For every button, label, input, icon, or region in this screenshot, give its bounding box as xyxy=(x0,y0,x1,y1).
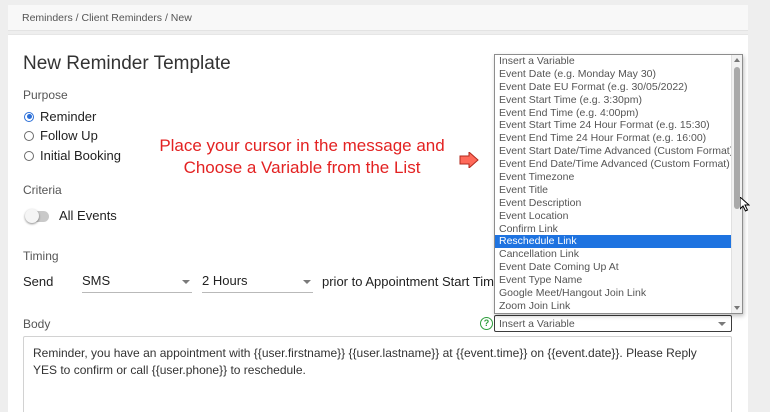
purpose-option-label: Initial Booking xyxy=(40,148,121,163)
chevron-down-icon xyxy=(182,280,190,284)
variable-option[interactable]: Event Date EU Format (e.g. 30/05/2022) xyxy=(495,81,733,94)
variable-option[interactable]: Cancellation Link xyxy=(495,248,733,261)
channel-select-value: SMS xyxy=(82,273,111,288)
instruction-line: Choose a Variable from the List xyxy=(183,158,421,177)
variable-option[interactable]: Event Timezone xyxy=(495,171,733,184)
body-label: Body xyxy=(23,317,51,331)
page-title: New Reminder Template xyxy=(23,53,231,74)
radio-unchecked-icon[interactable] xyxy=(24,150,34,161)
chevron-down-icon xyxy=(718,322,726,326)
purpose-option-reminder[interactable]: Reminder xyxy=(24,109,96,124)
all-events-label: All Events xyxy=(59,208,117,223)
purpose-option-label: Follow Up xyxy=(40,128,98,143)
criteria-label: Criteria xyxy=(23,183,62,197)
breadcrumb[interactable]: Reminders / Client Reminders / New xyxy=(8,5,748,31)
variable-option-selected[interactable]: Reschedule Link xyxy=(495,235,733,249)
all-events-toggle[interactable] xyxy=(25,209,49,223)
variable-option[interactable]: Event End Time (e.g. 4:00pm) xyxy=(495,107,733,120)
help-icon[interactable]: ? xyxy=(480,317,493,330)
variable-option[interactable]: Event Description xyxy=(495,197,733,210)
insert-variable-value: Insert a Variable xyxy=(499,318,575,330)
insert-variable-select[interactable]: Insert a Variable xyxy=(494,315,732,332)
instruction-text: Place your cursor in the message and Cho… xyxy=(142,135,462,179)
variable-dropdown-list[interactable]: Insert a Variable Event Date (e.g. Monda… xyxy=(494,54,743,314)
toggle-switch-icon[interactable] xyxy=(25,209,49,223)
radio-checked-icon[interactable] xyxy=(24,111,34,122)
variable-option[interactable]: Zoom Join Link xyxy=(495,300,733,313)
offset-select-value: 2 Hours xyxy=(202,273,248,288)
scrollbar-thumb[interactable] xyxy=(734,67,740,209)
variable-option[interactable]: Event Start Time (e.g. 3:30pm) xyxy=(495,94,733,107)
instruction-line: Place your cursor in the message and xyxy=(159,136,445,155)
mouse-cursor-icon xyxy=(739,195,751,217)
purpose-option-initial-booking[interactable]: Initial Booking xyxy=(24,148,121,163)
scroll-down-icon[interactable] xyxy=(734,306,740,310)
purpose-option-label: Reminder xyxy=(40,109,97,124)
scroll-up-icon[interactable] xyxy=(734,58,740,62)
variable-option[interactable]: Event End Date/Time Advanced (Custom For… xyxy=(495,158,733,171)
variable-option[interactable]: Insert a Variable xyxy=(495,55,733,68)
dropdown-scrollbar[interactable] xyxy=(731,55,742,313)
prior-to-label: prior to Appointment Start Tim xyxy=(322,274,494,289)
message-body-textarea[interactable]: Reminder, you have an appointment with {… xyxy=(23,336,732,412)
variable-option[interactable]: Confirm Link xyxy=(495,223,733,236)
chevron-down-icon xyxy=(303,280,311,284)
variable-option[interactable]: Event Date (e.g. Monday May 30) xyxy=(495,68,733,81)
variable-option[interactable]: Event End Time 24 Hour Format (e.g. 16:0… xyxy=(495,132,733,145)
timing-label: Timing xyxy=(23,249,59,263)
variable-option[interactable]: Event Date Coming Up At xyxy=(495,261,733,274)
variable-option[interactable]: Event Start Time 24 Hour Format (e.g. 15… xyxy=(495,119,733,132)
radio-unchecked-icon[interactable] xyxy=(24,130,34,141)
right-arrow-icon xyxy=(459,150,479,173)
variable-option[interactable]: Event Location xyxy=(495,210,733,223)
variable-option[interactable]: Event Type Name xyxy=(495,274,733,287)
channel-select[interactable]: SMS xyxy=(82,271,192,293)
purpose-label: Purpose xyxy=(23,88,68,102)
variable-option[interactable]: Google Meet/Hangout Join Link xyxy=(495,287,733,300)
offset-select[interactable]: 2 Hours xyxy=(202,271,313,293)
variable-option[interactable]: Event Title xyxy=(495,184,733,197)
variable-option[interactable]: Event Start Date/Time Advanced (Custom F… xyxy=(495,145,733,158)
send-label: Send xyxy=(23,274,54,289)
purpose-option-follow-up[interactable]: Follow Up xyxy=(24,128,98,143)
